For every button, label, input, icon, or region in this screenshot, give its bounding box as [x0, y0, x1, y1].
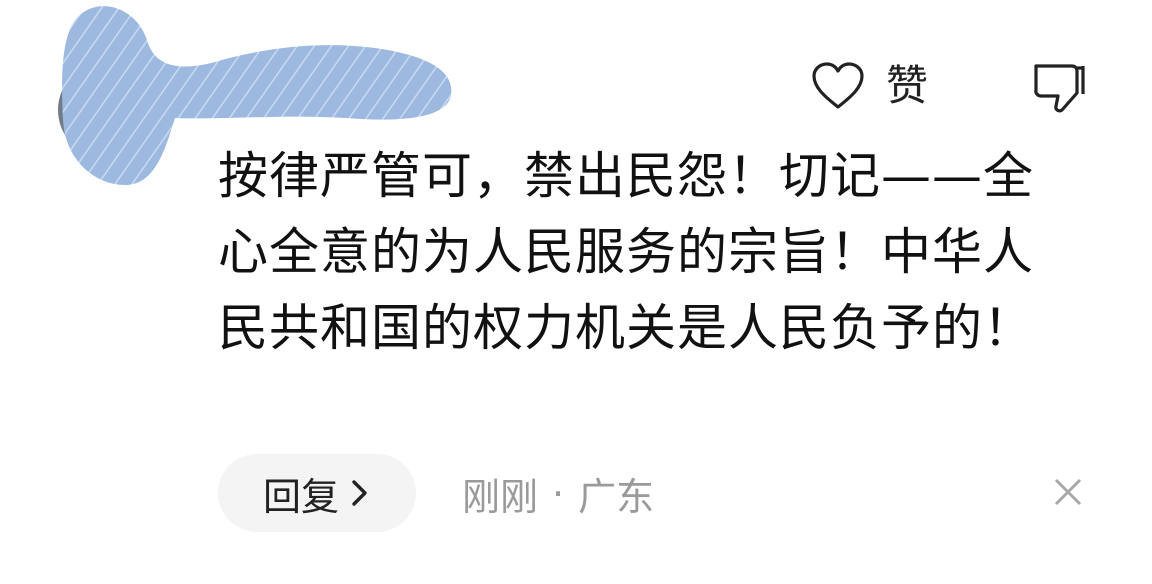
location: 广东	[578, 475, 655, 519]
comment-text: 按律严管可，禁出民怨！切记——全心全意的为人民服务的宗旨！中华人民共和国的权力机…	[218, 147, 1034, 357]
comment-card: 赞 按律严管可，禁出民怨！切记——全心全意的为人民服务的宗旨！中华人民共和国的权…	[0, 0, 1152, 584]
like-button[interactable]: 赞	[810, 56, 928, 116]
dislike-button[interactable]	[1030, 60, 1086, 116]
like-label: 赞	[886, 61, 929, 110]
reply-label: 回复	[262, 474, 339, 519]
reply-button[interactable]: 回复	[218, 454, 416, 532]
chevron-right-icon	[352, 480, 367, 506]
close-icon	[1054, 478, 1082, 506]
thumbs-down-icon	[1034, 64, 1085, 113]
comment-meta: 刚刚 · 广东	[462, 466, 654, 521]
heart-outline-icon	[812, 62, 864, 109]
meta-separator: ·	[552, 471, 565, 516]
timestamp: 刚刚	[462, 475, 539, 519]
dismiss-button[interactable]	[1048, 472, 1088, 512]
